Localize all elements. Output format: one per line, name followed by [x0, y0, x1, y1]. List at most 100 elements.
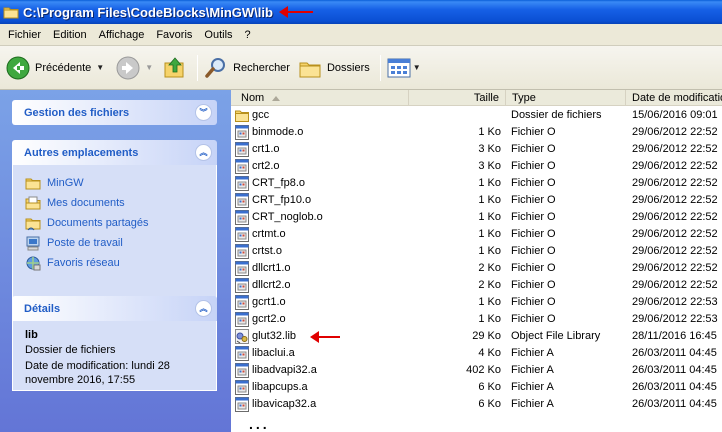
file-row[interactable]: crt2.o 3 Ko Fichier O 29/06/2012 22:52 — [231, 158, 722, 175]
file-date: 15/06/2016 09:01 — [632, 109, 718, 121]
file-rows: gcc Dossier de fichiers 15/06/2016 09:01 bi… — [231, 107, 722, 413]
file-row[interactable]: crtst.o 1 Ko Fichier O 29/06/2012 22:52 — [231, 243, 722, 260]
file-row[interactable]: gcc Dossier de fichiers 15/06/2016 09:01 — [231, 107, 722, 124]
details-name: lib — [25, 329, 38, 341]
file-name-cell: crtst.o — [235, 243, 410, 260]
column-size[interactable]: Taille — [409, 90, 506, 106]
file-row[interactable]: libapcups.a 6 Ko Fichier A 26/03/2011 04:45 — [231, 379, 722, 396]
column-date-label: Date de modificatio — [632, 92, 722, 104]
file-tasks-header[interactable]: Gestion des fichiers ︾ — [12, 100, 217, 125]
file-name-cell: libadvapi32.a — [235, 362, 410, 379]
generic-file-icon — [235, 142, 249, 157]
file-date: 29/06/2012 22:52 — [632, 160, 718, 172]
window-title: C:\Program Files\CodeBlocks\MinGW\lib — [23, 4, 273, 20]
file-date: 26/03/2011 04:45 — [632, 381, 717, 393]
file-size: 1 Ko — [478, 313, 501, 325]
file-type: Fichier O — [511, 160, 556, 172]
search-button[interactable]: Rechercher — [204, 52, 290, 84]
file-row[interactable]: libadvapi32.a 402 Ko Fichier A 26/03/2011 0… — [231, 362, 722, 379]
file-row[interactable]: CRT_noglob.o 1 Ko Fichier O 29/06/2012 22:5… — [231, 209, 722, 226]
file-size: 4 Ko — [478, 347, 501, 359]
generic-file-icon — [235, 261, 249, 276]
collapse-icon[interactable]: ︽ — [195, 300, 212, 317]
sort-ascending-icon — [272, 95, 281, 101]
folders-button[interactable]: Dossiers — [298, 52, 370, 84]
my-computer-icon — [26, 236, 40, 251]
expand-icon[interactable]: ︾ — [195, 104, 212, 121]
file-name: dllcrt1.o — [252, 262, 291, 274]
generic-file-icon — [235, 380, 249, 395]
column-date[interactable]: Date de modificatio — [626, 90, 722, 106]
file-date: 28/11/2016 16:45 — [632, 330, 717, 342]
up-folder-button[interactable] — [163, 52, 187, 84]
details-header[interactable]: Détails ︽ — [12, 296, 217, 321]
file-row[interactable]: gcrt1.o 1 Ko Fichier O 29/06/2012 22:53 — [231, 294, 722, 311]
file-type: Fichier O — [511, 143, 556, 155]
file-name: libadvapi32.a — [252, 364, 317, 376]
place-link-my-documents[interactable]: Mes documents — [25, 193, 206, 213]
forward-dropdown-icon[interactable]: ▼ — [145, 63, 153, 72]
menu-affichage[interactable]: Affichage — [93, 29, 151, 41]
file-date: 29/06/2012 22:53 — [632, 296, 718, 308]
place-link-shared-documents[interactable]: Documents partagés — [25, 213, 206, 233]
menu-fichier[interactable]: Fichier — [2, 29, 47, 41]
file-row[interactable]: gcrt2.o 1 Ko Fichier O 29/06/2012 22:53 — [231, 311, 722, 328]
forward-arrow-icon — [116, 56, 140, 79]
place-label: Favoris réseau — [47, 257, 120, 269]
back-button[interactable]: Précédente ▼ — [6, 52, 104, 84]
column-name[interactable]: Nom — [231, 90, 409, 106]
file-row[interactable]: binmode.o 1 Ko Fichier O 29/06/2012 22:52 — [231, 124, 722, 141]
file-date: 29/06/2012 22:52 — [632, 194, 718, 206]
search-label: Rechercher — [233, 61, 290, 74]
place-link-my-computer[interactable]: Poste de travail — [25, 233, 206, 253]
file-size: 3 Ko — [478, 160, 501, 172]
place-label: Documents partagés — [47, 217, 149, 229]
collapse-icon[interactable]: ︽ — [195, 144, 212, 161]
file-row[interactable]: dllcrt2.o 2 Ko Fichier O 29/06/2012 22:52 — [231, 277, 722, 294]
forward-button[interactable]: ▼ — [116, 52, 153, 84]
file-size — [411, 107, 501, 124]
back-dropdown-icon[interactable]: ▼ — [96, 63, 104, 72]
file-row[interactable]: CRT_fp8.o 1 Ko Fichier O 29/06/2012 22:52 — [231, 175, 722, 192]
file-size: 1 Ko — [478, 211, 501, 223]
toolbar-separator — [197, 54, 199, 81]
file-type: Fichier O — [511, 177, 556, 189]
file-name-cell: libaclui.a — [235, 345, 410, 362]
place-label: Poste de travail — [47, 237, 123, 249]
folder-icon — [25, 178, 41, 190]
other-places-panel: Autres emplacements ︽ MinGW Mes document… — [12, 140, 217, 308]
views-button[interactable]: ▼ — [387, 52, 421, 84]
file-type: Fichier A — [511, 347, 554, 359]
file-row[interactable]: glut32.lib 29 Ko Object File Library 28/11/… — [231, 328, 722, 345]
file-row[interactable]: crt1.o 3 Ko Fichier O 29/06/2012 22:52 — [231, 141, 722, 158]
file-row[interactable]: libaclui.a 4 Ko Fichier A 26/03/2011 04:45 — [231, 345, 722, 362]
file-date: 26/03/2011 04:45 — [632, 398, 717, 410]
file-name: glut32.lib — [252, 330, 297, 342]
file-row[interactable]: CRT_fp10.o 1 Ko Fichier O 29/06/2012 22:52 — [231, 192, 722, 209]
file-row[interactable]: dllcrt1.o 2 Ko Fichier O 29/06/2012 22:52 — [231, 260, 722, 277]
file-row[interactable]: libavicap32.a 6 Ko Fichier A 26/03/2011 04:… — [231, 396, 722, 413]
library-file-icon — [235, 329, 249, 344]
file-name-cell: crtmt.o — [235, 226, 410, 243]
details-modified: Date de modification: lundi 28 — [25, 360, 170, 372]
network-icon — [26, 256, 41, 271]
column-name-label: Nom — [241, 92, 265, 104]
generic-file-icon — [235, 278, 249, 293]
menu-help[interactable]: ? — [239, 29, 257, 41]
file-type: Object File Library — [511, 330, 601, 342]
file-name-cell: dllcrt1.o — [235, 260, 410, 277]
menu-favoris[interactable]: Favoris — [150, 29, 198, 41]
column-type[interactable]: Type — [506, 90, 626, 106]
file-name: CRT_fp10.o — [252, 194, 312, 206]
title-bar[interactable]: C:\Program Files\CodeBlocks\MinGW\lib — [0, 0, 722, 24]
generic-file-icon — [235, 193, 249, 208]
menu-outils[interactable]: Outils — [198, 29, 238, 41]
generic-file-icon — [235, 159, 249, 174]
file-row[interactable]: crtmt.o 1 Ko Fichier O 29/06/2012 22:52 — [231, 226, 722, 243]
views-dropdown-icon[interactable]: ▼ — [413, 63, 421, 72]
place-link-mingw[interactable]: MinGW — [25, 173, 206, 193]
other-places-header[interactable]: Autres emplacements ︽ — [12, 140, 217, 165]
folders-icon — [299, 62, 321, 77]
menu-edition[interactable]: Edition — [47, 29, 93, 41]
place-link-network[interactable]: Favoris réseau — [25, 253, 206, 273]
